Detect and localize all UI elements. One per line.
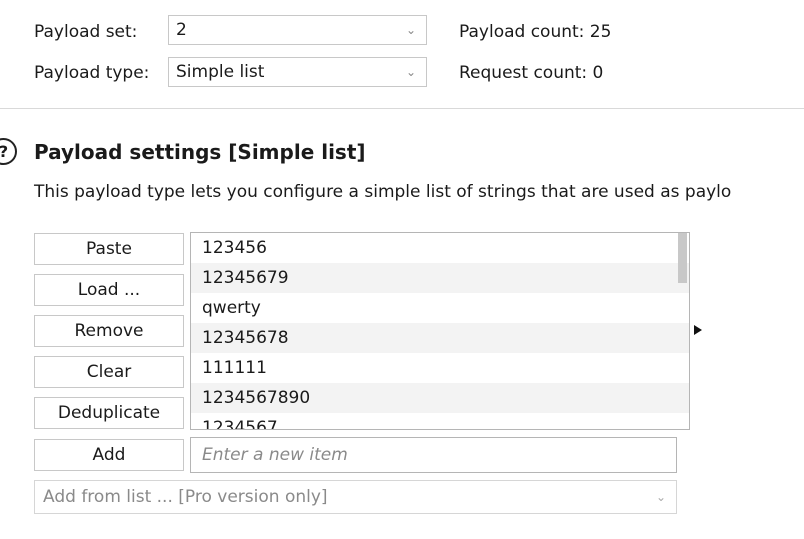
deduplicate-button[interactable]: Deduplicate: [34, 397, 184, 429]
play-arrow-icon: [694, 325, 702, 335]
section-divider: [0, 108, 804, 109]
add-from-list-select[interactable]: Add from list ... [Pro version only] ⌄: [34, 480, 677, 514]
list-item[interactable]: 1234567890: [191, 383, 689, 413]
load-button[interactable]: Load ...: [34, 274, 184, 306]
payload-count: Payload count: 25: [459, 22, 612, 42]
list-item[interactable]: 111111: [191, 353, 689, 383]
new-item-input[interactable]: Enter a new item: [190, 437, 677, 473]
payload-set-label: Payload set:: [34, 22, 138, 42]
paste-button[interactable]: Paste: [34, 233, 184, 265]
add-button[interactable]: Add: [34, 439, 184, 471]
payload-type-select[interactable]: Simple list ⌄: [168, 57, 427, 87]
payload-type-value: Simple list: [176, 62, 265, 82]
remove-button[interactable]: Remove: [34, 315, 184, 347]
clear-button[interactable]: Clear: [34, 356, 184, 388]
chevron-down-icon: ⌄: [655, 490, 666, 504]
payload-list[interactable]: 123456 12345679 qwerty 12345678 111111 1…: [190, 232, 690, 430]
chevron-down-icon: ⌄: [405, 23, 416, 37]
list-item[interactable]: 123456: [191, 233, 689, 263]
list-item[interactable]: 1234567: [191, 413, 689, 429]
payload-set-select[interactable]: 2 ⌄: [168, 15, 427, 45]
chevron-down-icon: ⌄: [405, 65, 416, 79]
add-from-list-label: Add from list ... [Pro version only]: [43, 487, 328, 507]
request-count: Request count: 0: [459, 63, 604, 83]
section-description: This payload type lets you configure a s…: [34, 182, 732, 202]
section-heading: Payload settings [Simple list]: [34, 140, 366, 164]
payload-set-value: 2: [176, 20, 187, 40]
list-scrollbar[interactable]: [678, 233, 687, 283]
list-item[interactable]: 12345679: [191, 263, 689, 293]
payload-type-label: Payload type:: [34, 63, 150, 83]
list-item[interactable]: qwerty: [191, 293, 689, 323]
list-item[interactable]: 12345678: [191, 323, 689, 353]
help-icon[interactable]: ?: [0, 138, 17, 165]
